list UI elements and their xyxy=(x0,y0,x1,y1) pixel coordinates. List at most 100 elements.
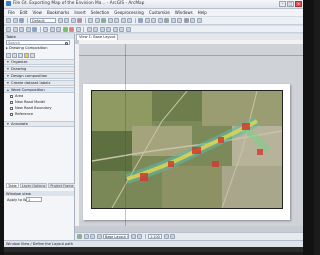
hyperlink-icon[interactable] xyxy=(157,18,163,23)
menu-customize[interactable]: Customize xyxy=(149,10,170,15)
paste-icon[interactable] xyxy=(70,18,76,23)
add-data-icon[interactable] xyxy=(101,18,106,23)
delete-icon[interactable] xyxy=(77,18,82,23)
group-design-composition[interactable]: ▾ Design composition xyxy=(4,73,74,79)
search-input[interactable] xyxy=(8,41,58,45)
menu-edit[interactable]: Edit xyxy=(20,10,28,15)
options-icon[interactable] xyxy=(30,52,35,58)
group-annotate[interactable]: ▾ Annotate xyxy=(4,121,74,127)
pause-drawing-icon[interactable] xyxy=(96,234,102,239)
bold-icon[interactable] xyxy=(86,26,92,32)
layer-item[interactable]: Area xyxy=(10,94,23,99)
layer-visibility-checkbox[interactable] xyxy=(10,113,13,116)
line-tool-icon[interactable] xyxy=(56,26,61,32)
layout-pan-icon[interactable] xyxy=(19,26,24,32)
menu-insert[interactable]: Insert xyxy=(74,10,85,15)
menu-windows[interactable]: Windows xyxy=(175,10,193,15)
font-color-icon[interactable] xyxy=(75,26,81,32)
select-icon[interactable] xyxy=(138,18,143,23)
list-by-selection-icon[interactable] xyxy=(24,52,29,58)
group-create-dataset-labels[interactable]: ▾ Create dataset labels xyxy=(4,80,74,86)
close-button[interactable]: × xyxy=(295,1,302,7)
fixed-zoom-icon[interactable] xyxy=(163,234,169,239)
text-tool-icon[interactable] xyxy=(43,26,48,32)
standard-toolbar: Default xyxy=(4,17,303,25)
next-page-icon[interactable] xyxy=(137,234,142,239)
menu-bookmarks[interactable]: Bookmarks xyxy=(47,10,69,15)
apply-to-window-select[interactable]: 1 xyxy=(26,197,42,202)
tab-layer-options[interactable]: Layer Options xyxy=(19,183,48,188)
tab-table[interactable]: Table xyxy=(6,183,19,188)
layer-item[interactable]: Reference xyxy=(10,112,33,117)
layout-guide-vertical[interactable] xyxy=(125,44,126,226)
layout-guide-horizontal[interactable] xyxy=(79,55,303,56)
scale-select[interactable]: 1:100 xyxy=(148,234,162,239)
underline-icon[interactable] xyxy=(99,26,105,32)
layout-canvas[interactable] xyxy=(79,44,303,226)
layer-item[interactable]: New Road Model xyxy=(10,100,45,105)
layout-view-select[interactable]: Base Layout View xyxy=(103,234,129,239)
ungroup-icon[interactable] xyxy=(125,26,131,32)
zoom-page-icon[interactable] xyxy=(170,234,175,239)
cut-icon[interactable] xyxy=(57,18,63,23)
identify-icon[interactable] xyxy=(144,18,150,23)
search-icon[interactable] xyxy=(65,41,68,45)
group-icon[interactable] xyxy=(119,26,124,32)
copy-icon[interactable] xyxy=(64,18,69,23)
list-by-source-icon[interactable] xyxy=(12,52,17,58)
full-extent-icon[interactable] xyxy=(127,18,132,23)
italic-icon[interactable] xyxy=(93,26,98,32)
layer-visibility-checkbox[interactable] xyxy=(10,107,13,110)
zoom-100-icon[interactable] xyxy=(32,26,37,32)
fill-color-icon[interactable] xyxy=(62,26,68,32)
align-icon[interactable] xyxy=(106,26,111,32)
map-frame[interactable] xyxy=(91,90,283,209)
layout-view-icon[interactable] xyxy=(83,234,89,239)
distribute-icon[interactable] xyxy=(112,26,118,32)
catalog-icon[interactable] xyxy=(170,18,176,23)
zoom-whole-page-icon[interactable] xyxy=(25,26,31,32)
open-folder-icon[interactable] xyxy=(12,18,18,23)
layer-item[interactable]: New Road Boundary xyxy=(10,106,51,111)
menu-selection[interactable]: Selection xyxy=(91,10,109,15)
layer-visibility-checkbox[interactable] xyxy=(10,101,13,104)
search-tool-icon[interactable] xyxy=(177,18,182,23)
measure-icon[interactable] xyxy=(151,18,156,23)
save-icon[interactable] xyxy=(19,18,24,23)
previous-page-icon[interactable] xyxy=(130,234,136,239)
tree-root-item[interactable]: ▸ Drawing Composition xyxy=(6,46,72,51)
layout-page[interactable] xyxy=(83,84,290,220)
python-icon[interactable] xyxy=(190,18,195,23)
menu-view[interactable]: View xyxy=(32,10,42,15)
tab-project-frame[interactable]: Project Frame xyxy=(48,183,76,188)
list-by-visibility-icon[interactable] xyxy=(18,52,23,58)
data-view-icon[interactable] xyxy=(77,234,82,239)
group-organize[interactable]: ▾ Organize xyxy=(4,59,74,65)
minimize-button[interactable]: – xyxy=(279,1,286,7)
zoom-in-icon[interactable] xyxy=(107,18,113,23)
model-builder-icon[interactable] xyxy=(196,18,202,23)
refresh-icon[interactable] xyxy=(90,234,95,239)
editor-icon[interactable] xyxy=(164,18,169,23)
menu-geoprocessing[interactable]: Geoprocessing xyxy=(114,10,144,15)
menu-bar: File Edit View Bookmarks Insert Selectio… xyxy=(4,9,303,16)
line-color-icon[interactable] xyxy=(69,26,74,32)
new-file-icon[interactable] xyxy=(6,18,11,23)
undo-icon[interactable] xyxy=(88,18,93,23)
layer-dropdown[interactable]: Default xyxy=(30,18,56,23)
list-by-drawing-icon[interactable] xyxy=(6,52,11,58)
layout-zoom-in-icon[interactable] xyxy=(6,26,11,32)
maximize-button[interactable]: □ xyxy=(287,1,294,7)
redo-icon[interactable] xyxy=(94,18,100,23)
layout-zoom-out-icon[interactable] xyxy=(12,26,18,32)
zoom-out-icon[interactable] xyxy=(114,18,119,23)
menu-file[interactable]: File xyxy=(8,10,15,15)
layer-visibility-checkbox[interactable] xyxy=(10,95,13,98)
group-word-composition[interactable]: ▴ Word Composition xyxy=(4,87,74,93)
rectangle-tool-icon[interactable] xyxy=(49,26,55,32)
pan-icon[interactable] xyxy=(120,18,126,23)
window-controls: – □ × xyxy=(279,1,302,7)
menu-help[interactable]: Help xyxy=(198,10,207,15)
group-drawing[interactable]: ▾ Drawing xyxy=(4,66,74,72)
toolbox-icon[interactable] xyxy=(183,18,189,23)
